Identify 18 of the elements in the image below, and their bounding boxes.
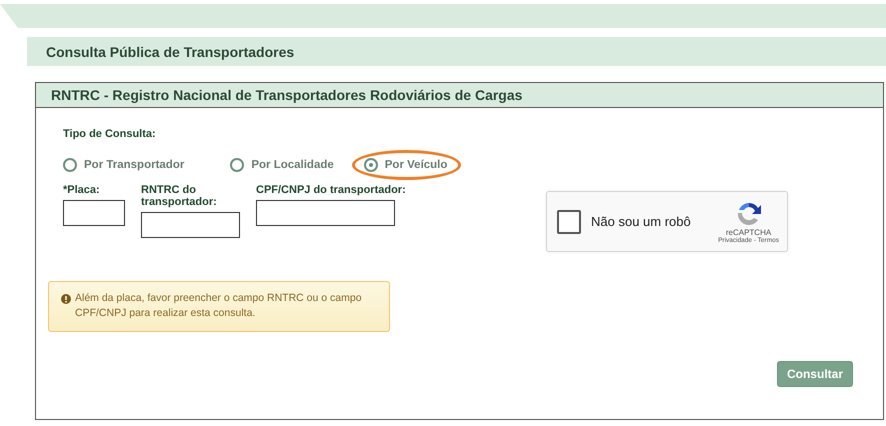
radio-option[interactable]: Por Veículo (364, 158, 448, 172)
input-field[interactable] (141, 212, 240, 238)
input-field[interactable] (256, 200, 395, 226)
checkbox[interactable] (557, 210, 581, 234)
query-type-label: Tipo de Consulta: (63, 128, 157, 140)
field-label: *Placa: (63, 184, 101, 196)
field-label: RNTRC do transportador: (141, 184, 218, 208)
consultar-button[interactable]: Consultar (776, 361, 853, 387)
exclamation-icon (61, 294, 71, 304)
captcha-brand: reCAPTCHA (726, 228, 772, 236)
alert-message: Além da placa, favor preencher o campo RNTRC ou o campo CPF/CNPJ para realizar esta consulta. (75, 291, 363, 321)
field-label: CPF/CNPJ do transportador: (256, 184, 406, 196)
input-field[interactable] (63, 200, 125, 226)
radio-option[interactable]: Por Transportador (63, 158, 184, 172)
page-title: Consulta Pública de Transportadores (46, 44, 294, 60)
radio-option[interactable]: Por Localidade (230, 158, 334, 172)
captcha-label: Não sou um robô (591, 214, 692, 229)
panel-title: RNTRC - Registro Nacional de Transportadores Rodoviários de Cargas (51, 87, 522, 103)
